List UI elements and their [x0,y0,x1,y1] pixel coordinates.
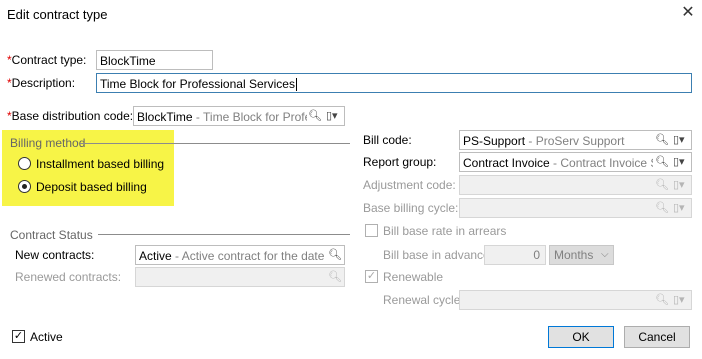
bill-base-advance-label: Bill base in advance: [383,248,494,262]
page-dropdown-icon: ▯▾ [673,202,685,214]
new-contracts-input[interactable]: Active - Active contract for the date ra… [135,245,345,265]
text-cursor [295,78,297,92]
report-group-value: Contract Invoice - Contract Invoice Syst… [463,156,653,170]
base-billing-cycle-input[interactable]: 🔍︎ ▯▾ [459,198,692,218]
deposit-label[interactable]: Deposit based billing [36,180,147,194]
report-group-input[interactable]: Contract Invoice - Contract Invoice Syst… [459,152,692,172]
description-input[interactable]: Time Block for Professional Services [96,73,692,93]
search-icon: 🔍︎ [328,271,342,283]
page-dropdown-icon[interactable]: ▯▾ [673,155,685,169]
billing-method-divider [80,143,350,144]
report-group-label: Report group: [363,155,437,169]
bill-code-input[interactable]: PS-Support - ProServ Support 🔍︎ ▯▾ [459,130,692,150]
contract-type-value: BlockTime [100,54,156,68]
base-distribution-label: *Base distribution code: [7,109,134,123]
active-label: Active [30,330,63,344]
search-icon[interactable]: 🔍︎ [655,155,669,169]
close-icon[interactable]: ✕ [680,4,696,22]
window-title: Edit contract type [7,7,108,22]
deposit-radio[interactable] [18,180,31,193]
base-distribution-value: BlockTime - Time Block for Professional … [137,110,307,124]
base-distribution-input[interactable]: BlockTime - Time Block for Professional … [133,106,345,126]
contract-type-input[interactable]: BlockTime [96,50,213,70]
adjustment-code-label: Adjustment code: [363,178,456,192]
new-contracts-value: Active - Active contract for the date ra… [139,249,325,263]
billing-method-title: Billing method [10,136,86,150]
installment-label[interactable]: Installment based billing [36,157,164,171]
search-icon: 🔍︎ [655,202,669,214]
search-icon[interactable]: 🔍︎ [308,109,322,123]
page-dropdown-icon[interactable]: ▯▾ [673,133,685,147]
bill-base-advance-input[interactable]: 0 [484,245,546,265]
cancel-button[interactable]: Cancel [624,326,690,348]
new-contracts-label: New contracts: [15,248,95,262]
bill-base-advance-unit-select[interactable]: Months ⌵ [549,245,614,265]
active-checkbox[interactable]: ✓ [12,330,25,343]
search-icon[interactable]: 🔍︎ [328,248,342,262]
adjustment-code-input[interactable]: 🔍︎ ▯▾ [459,175,692,195]
bill-base-arrears-checkbox[interactable] [365,224,378,237]
unit-value: Months [554,248,594,262]
base-billing-cycle-label: Base billing cycle: [363,201,459,215]
page-dropdown-icon[interactable]: ▯▾ [326,109,338,123]
contract-type-label: *Contract type: [7,53,87,67]
bill-code-label: Bill code: [363,133,412,147]
contract-status-divider [98,234,350,235]
renewed-contracts-input[interactable]: 🔍︎ [135,267,345,287]
search-icon: 🔍︎ [655,294,669,306]
page-dropdown-icon: ▯▾ [673,294,685,306]
search-icon: 🔍︎ [655,179,669,191]
ok-button[interactable]: OK [548,326,614,348]
description-label: *Description: [7,76,76,90]
search-icon[interactable]: 🔍︎ [655,133,669,147]
renewable-label: Renewable [383,270,444,284]
renewed-contracts-label: Renewed contracts: [15,270,122,284]
installment-radio[interactable] [18,157,31,170]
bill-base-arrears-label: Bill base rate in arrears [383,224,507,238]
renewal-cycle-label: Renewal cycle: [383,293,464,307]
contract-status-title: Contract Status [10,228,93,242]
renewal-cycle-input[interactable]: 🔍︎ ▯▾ [459,290,692,310]
bill-code-value: PS-Support - ProServ Support [463,134,625,148]
chevron-down-icon: ⌵ [601,249,609,260]
page-dropdown-icon: ▯▾ [673,179,685,191]
renewable-checkbox[interactable]: ✓ [365,270,378,283]
description-value: Time Block for Professional Services [100,77,297,92]
